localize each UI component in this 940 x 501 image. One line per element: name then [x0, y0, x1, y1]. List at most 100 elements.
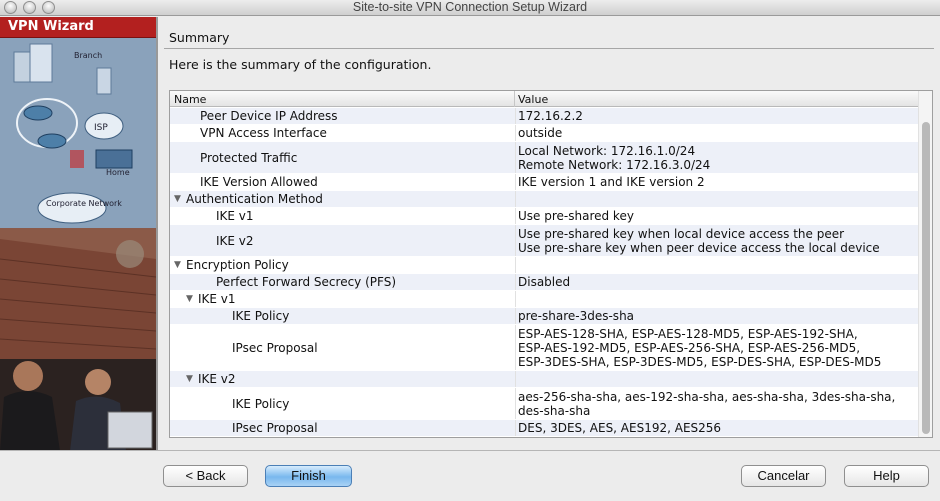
row-value-line: aes-256-sha-sha, aes-192-sha-sha, aes-sh…: [518, 389, 896, 404]
row-name-cell: IKE Version Allowed: [170, 174, 514, 190]
row-name: IKE Version Allowed: [200, 175, 318, 189]
row-value-line: Use pre-shared key when local device acc…: [518, 226, 845, 241]
table-row[interactable]: IKE Version Allowed IKE version 1 and IKE…: [170, 174, 920, 191]
section-title: Summary: [169, 30, 230, 45]
button-bar-divider: [0, 450, 940, 451]
window-title: Site-to-site VPN Connection Setup Wizard: [352, 0, 588, 14]
row-value-cell: Disabled: [515, 274, 920, 290]
disclosure-triangle-icon[interactable]: ▼: [174, 260, 186, 270]
row-value-line: Local Network: 172.16.1.0/24: [518, 143, 696, 158]
row-name-cell: Protected Traffic: [170, 142, 514, 173]
table-body: Peer Device IP Address 172.16.2.2 VPN Acce…: [170, 108, 920, 437]
row-name: Protected Traffic: [200, 150, 298, 165]
row-value-line: pre-share-3des-sha: [518, 309, 635, 323]
tree-group-row[interactable]: ▼ Encryption Policy: [170, 257, 920, 274]
row-name-cell: ▼ Encryption Policy: [170, 257, 514, 273]
row-name-cell: IPsec Proposal: [170, 420, 514, 436]
table-row[interactable]: IKE Policy pre-share-3des-sha: [170, 308, 920, 325]
row-name: VPN Access Interface: [200, 126, 327, 140]
row-value-cell: Use pre-shared key: [515, 208, 920, 224]
table-row[interactable]: IKE v2 Use pre-shared key when local devi…: [170, 225, 920, 257]
people-photo-illustration: [0, 229, 156, 451]
tree-group-row[interactable]: ▼ IKE v1: [170, 291, 920, 308]
row-name: IKE v1: [198, 292, 236, 306]
disclosure-triangle-icon[interactable]: ▼: [186, 374, 198, 384]
table-row[interactable]: Protected Traffic Local Network: 172.16.1…: [170, 142, 920, 174]
vertical-scrollbar[interactable]: [918, 91, 932, 437]
row-value-cell: 172.16.2.2: [515, 108, 920, 124]
row-value-line: Use pre-shared key: [518, 209, 634, 223]
row-name-cell: IKE v2: [170, 225, 514, 256]
back-button[interactable]: < Back: [163, 465, 248, 487]
help-button[interactable]: Help: [844, 465, 929, 487]
row-name-cell: VPN Access Interface: [170, 125, 514, 141]
row-value-cell: ESP-AES-128-SHA, ESP-AES-128-MD5, ESP-AE…: [515, 325, 920, 370]
row-value-line: outside: [518, 126, 563, 140]
row-name-cell: Perfect Forward Secrecy (PFS): [170, 274, 514, 290]
row-value-line: des-sha-sha: [518, 403, 591, 418]
table-row[interactable]: VPN Access Interface outside: [170, 125, 920, 142]
disclosure-triangle-icon[interactable]: ▼: [174, 194, 186, 204]
row-value-cell: Use pre-shared key when local device acc…: [515, 225, 920, 256]
row-value-cell: [515, 291, 920, 307]
row-name-cell: ▼ IKE v2: [170, 371, 514, 387]
row-name-cell: ▼ IKE v1: [170, 291, 514, 307]
window-titlebar: Site-to-site VPN Connection Setup Wizard: [0, 0, 940, 16]
table-row[interactable]: IPsec Proposal ESP-AES-128-SHA, ESP-AES-1…: [170, 325, 920, 371]
row-name: Peer Device IP Address: [200, 109, 338, 123]
row-name: IKE v1: [216, 209, 254, 223]
row-value-cell: [515, 191, 920, 207]
table-header: Name Value: [170, 91, 920, 107]
summary-table: Name Value Peer Device IP Address 172.16.…: [169, 90, 933, 438]
corporate-network-label: Corporate Network: [46, 199, 122, 208]
tree-group-row[interactable]: ▼ IKE v2: [170, 371, 920, 388]
row-name: IPsec Proposal: [232, 340, 318, 355]
row-name: IKE Policy: [232, 309, 290, 323]
row-value-line: Disabled: [518, 275, 571, 289]
summary-intro-text: Here is the summary of the configuration…: [169, 57, 432, 72]
row-name: IKE v2: [216, 233, 254, 248]
row-name-cell: IKE Policy: [170, 308, 514, 324]
disclosure-triangle-icon[interactable]: ▼: [186, 294, 198, 304]
row-value-cell: aes-256-sha-sha, aes-192-sha-sha, aes-sh…: [515, 388, 920, 419]
wizard-sidebar: VPN Wizard Branch ISP Home Corporate Net…: [0, 17, 156, 451]
column-header-value[interactable]: Value: [518, 93, 548, 106]
row-value-cell: DES, 3DES, AES, AES192, AES256: [515, 420, 920, 436]
finish-button[interactable]: Finish: [265, 465, 352, 487]
row-name-cell: Peer Device IP Address: [170, 108, 514, 124]
row-name: Authentication Method: [186, 192, 323, 206]
table-row[interactable]: IKE v1 Use pre-shared key: [170, 208, 920, 225]
wizard-content: Summary Here is the summary of the confi…: [158, 17, 940, 451]
scrollbar-thumb[interactable]: [922, 122, 930, 434]
table-row[interactable]: IKE Policy aes-256-sha-sha, aes-192-sha-s…: [170, 388, 920, 420]
row-value-cell: outside: [515, 125, 920, 141]
row-name: IKE v2: [198, 372, 236, 386]
isp-label: ISP: [94, 123, 108, 133]
tree-group-row[interactable]: ▼ Authentication Method: [170, 191, 920, 208]
row-value-cell: IKE version 1 and IKE version 2: [515, 174, 920, 190]
column-header-name[interactable]: Name: [174, 93, 206, 106]
branch-label: Branch: [74, 51, 102, 60]
row-name: IKE Policy: [232, 396, 290, 411]
row-name-cell: IPsec Proposal: [170, 325, 514, 370]
row-value-cell: Local Network: 172.16.1.0/24 Remote Netwo…: [515, 142, 920, 173]
row-name-cell: IKE v1: [170, 208, 514, 224]
row-name-cell: IKE Policy: [170, 388, 514, 419]
sidebar-header: VPN Wizard: [0, 17, 156, 38]
row-value-line: DES, 3DES, AES, AES192, AES256: [518, 421, 722, 435]
row-value-cell: pre-share-3des-sha: [515, 308, 920, 324]
row-value-line: Use pre-share key when peer device acces…: [518, 240, 880, 255]
cancel-button[interactable]: Cancelar: [741, 465, 826, 487]
table-row[interactable]: IPsec Proposal DES, 3DES, AES, AES192, AE…: [170, 420, 920, 437]
row-value-line: Remote Network: 172.16.3.0/24: [518, 157, 711, 172]
row-value-line: ESP-3DES-SHA, ESP-3DES-MD5, ESP-DES-SHA,…: [518, 354, 882, 369]
home-label: Home: [106, 168, 130, 177]
title-divider: [164, 48, 934, 49]
row-value-cell: [515, 371, 920, 387]
table-row[interactable]: Perfect Forward Secrecy (PFS) Disabled: [170, 274, 920, 291]
row-value-line: ESP-AES-128-SHA, ESP-AES-128-MD5, ESP-AE…: [518, 326, 858, 341]
table-row[interactable]: Peer Device IP Address 172.16.2.2: [170, 108, 920, 125]
column-divider[interactable]: [514, 91, 515, 107]
row-name: Encryption Policy: [186, 258, 289, 272]
row-name: IPsec Proposal: [232, 421, 318, 435]
